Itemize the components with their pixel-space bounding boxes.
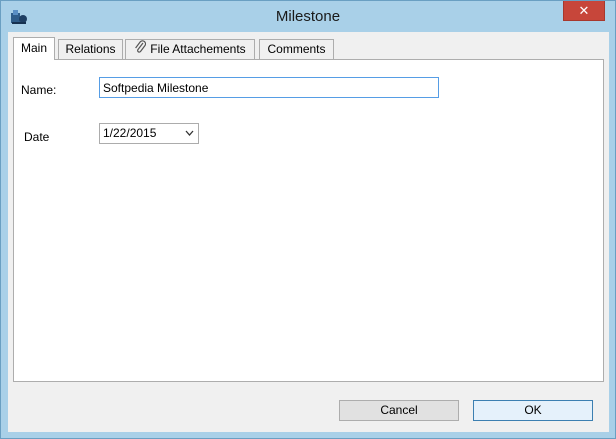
name-field[interactable] xyxy=(99,77,439,98)
ok-button[interactable]: OK xyxy=(473,400,593,421)
date-picker[interactable]: 1/22/2015 xyxy=(99,123,199,144)
cancel-button[interactable]: Cancel xyxy=(339,400,459,421)
main-tab-panel: Name: Date 1/22/2015 xyxy=(13,59,604,382)
name-label: Name: xyxy=(21,83,57,97)
tab-file-attachements-label: File Attachements xyxy=(150,42,246,56)
tab-comments[interactable]: Comments xyxy=(259,39,334,59)
tab-main-label: Main xyxy=(20,41,47,55)
milestone-window: Milestone ✕ Main Relations File Attachem… xyxy=(0,0,616,439)
chevron-down-icon[interactable] xyxy=(185,126,194,147)
tab-file-attachements[interactable]: File Attachements xyxy=(125,39,255,59)
date-label: Date xyxy=(24,130,50,144)
window-title: Milestone xyxy=(275,8,341,25)
paperclip-icon xyxy=(134,40,147,59)
close-button[interactable]: ✕ xyxy=(563,1,605,21)
tab-main[interactable]: Main xyxy=(13,37,55,60)
tab-relations-label: Relations xyxy=(65,42,116,56)
tab-relations[interactable]: Relations xyxy=(58,39,123,59)
tab-comments-label: Comments xyxy=(267,42,326,56)
dialog-client-area: Main Relations File Attachements Comment… xyxy=(8,32,609,432)
title-bar[interactable]: Milestone ✕ xyxy=(1,1,615,33)
date-value: 1/22/2015 xyxy=(103,126,157,140)
